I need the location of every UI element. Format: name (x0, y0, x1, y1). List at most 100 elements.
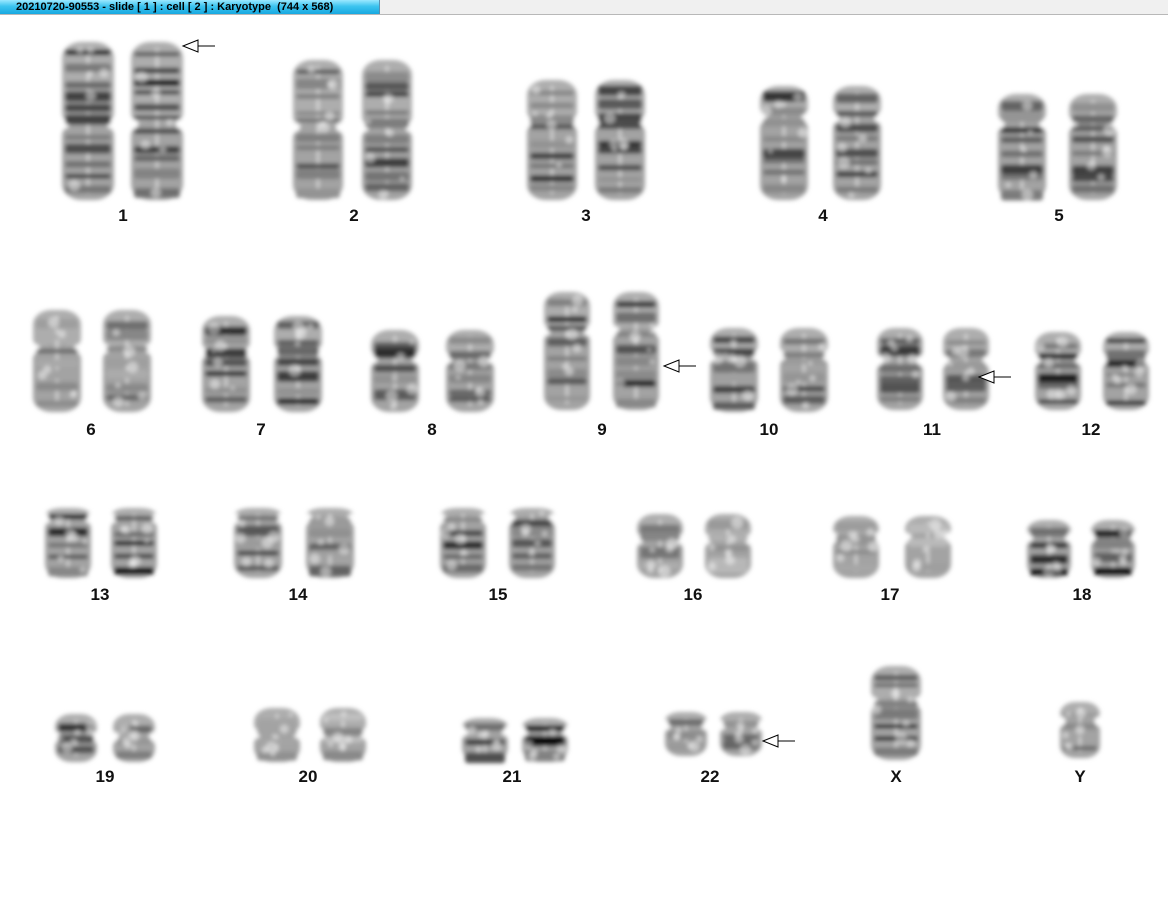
chromosome-13-homolog-2 (104, 508, 164, 578)
chromosome-22-homolog-2 (714, 712, 768, 756)
chromosome-label-1: 1 (118, 206, 128, 225)
chromosome-10-homolog-2 (773, 328, 835, 412)
chromosome-pair-16 (630, 514, 758, 578)
chromosome-pair-3 (520, 80, 652, 200)
chromosome-pair-20 (247, 708, 373, 762)
chromosome-pair-11 (870, 328, 996, 410)
chromosome-label-9: 9 (597, 420, 607, 439)
abnormality-arrow-icon-1 (181, 39, 215, 53)
chromosome-13-homolog-1 (38, 508, 98, 578)
chromosome-pair-15 (433, 508, 562, 578)
chromosome-label-10: 10 (759, 420, 779, 439)
chromosome-20-homolog-2 (313, 708, 373, 762)
chromosome-label-22: 22 (700, 767, 720, 786)
abnormality-arrow-icon-22 (761, 734, 795, 748)
chromosome-label-8: 8 (427, 420, 437, 439)
chromosome-4-homolog-1 (753, 86, 815, 200)
chromosome-5-homolog-1 (991, 94, 1053, 201)
chromosome-pair-17 (826, 516, 958, 578)
chromosome-10-homolog-1 (703, 328, 765, 412)
chromosome-label-2: 2 (349, 206, 359, 225)
chromosome-pair-5 (991, 94, 1124, 201)
chromosome-18-homolog-2 (1084, 520, 1142, 578)
chromosome-label-15: 15 (488, 585, 508, 604)
chromosome-label-21: 21 (502, 767, 522, 786)
window-title-tab[interactable]: 20210720-90553 - slide [ 1 ] : cell [ 2 … (0, 0, 380, 14)
chromosome-pair-8 (364, 330, 501, 412)
chromosome-8-homolog-1 (364, 330, 426, 412)
karyotype-image (26, 39, 1156, 764)
chromosome-1-homolog-1 (54, 42, 122, 200)
chromosome-pair-22 (659, 712, 768, 756)
chromosome-label-19: 19 (95, 767, 115, 786)
chromosome-12-homolog-1 (1028, 332, 1088, 410)
chromosome-label-16: 16 (683, 585, 703, 604)
chromosome-label-17: 17 (880, 585, 900, 604)
chromosome-18-homolog-1 (1020, 520, 1078, 578)
chromosome-label-4: 4 (818, 206, 828, 225)
chromosome-22-homolog-1 (659, 712, 713, 756)
chromosome-2-homolog-1 (286, 60, 350, 200)
chromosome-16-homolog-2 (698, 514, 758, 578)
chromosome-6-homolog-1 (26, 310, 88, 412)
chromosome-pair-10 (703, 328, 835, 412)
chromosome-pair-12 (1028, 332, 1156, 410)
abnormality-arrow-icon-9 (662, 359, 696, 373)
chromosome-label-18: 18 (1072, 585, 1092, 604)
chromosome-label-6: 6 (86, 420, 96, 439)
chromosome-pair-13 (38, 508, 164, 578)
chromosome-6-homolog-2 (96, 310, 158, 412)
chromosome-pair-19 (49, 714, 161, 762)
chromosome-label-13: 13 (90, 585, 110, 604)
chromosome-20-homolog-1 (247, 708, 307, 762)
chromosome-1-homolog-2 (123, 42, 191, 200)
chromosome-15-homolog-2 (502, 508, 562, 578)
chromosome-5-homolog-2 (1062, 94, 1124, 200)
chromosome-21-homolog-2 (515, 718, 575, 762)
chromosome-pair-18 (1020, 520, 1142, 578)
chromosome-16-homolog-1 (630, 514, 690, 578)
chromosome-4-homolog-2 (826, 86, 888, 200)
karyotype-canvas: 1 2 3 4 5 6 7 8 9 10 11 12 13 14 15 16 17 18 19 20 21 22 X Y (0, 15, 1168, 900)
chromosome-15-homolog-1 (433, 508, 493, 578)
chromosome-pair-21 (455, 718, 575, 764)
chromosome-9-homolog-2 (606, 292, 666, 410)
window-title-bar: 20210720-90553 - slide [ 1 ] : cell [ 2 … (0, 0, 1168, 15)
chromosome-7-homolog-2 (267, 316, 329, 412)
chromosome-3-homolog-1 (520, 80, 584, 200)
chromosome-11-homolog-1 (870, 328, 930, 410)
chromosome-14-homolog-2 (299, 508, 361, 578)
chromosome-2-homolog-2 (355, 60, 419, 200)
chromosome-pair-4 (753, 86, 888, 200)
chromosome-label-7: 7 (256, 420, 266, 439)
chromosome-14-homolog-1 (227, 508, 289, 578)
chromosome-pair-2 (286, 60, 419, 200)
chromosome-label-5: 5 (1054, 206, 1064, 225)
chromosome-17-homolog-1 (826, 516, 886, 578)
chromosome-3-homolog-2 (588, 80, 652, 200)
chromosome-pair-14 (227, 508, 361, 578)
chromosome-pair-X (864, 666, 928, 760)
chromosome-label-14: 14 (288, 585, 308, 604)
chromosome-9-homolog-1 (537, 292, 597, 410)
chromosome-12-homolog-2 (1096, 332, 1156, 410)
chromosome-pair-9 (537, 292, 666, 410)
chromosome-19-homolog-1 (49, 714, 103, 762)
chromosome-19-homolog-2 (107, 714, 161, 762)
chromosome-21-homolog-1 (455, 718, 515, 764)
chromosome-label-11: 11 (923, 420, 941, 439)
chromosome-pair-1 (54, 42, 191, 200)
chromosome-label-X: X (890, 767, 902, 786)
chromosome-Y-homolog-1 (1054, 702, 1106, 758)
chromosome-label-20: 20 (298, 767, 318, 786)
chromosome-11-homolog-2 (936, 328, 996, 410)
chromosome-label-Y: Y (1074, 767, 1086, 786)
chromosome-pair-Y (1054, 702, 1106, 758)
chromosome-label-12: 12 (1081, 420, 1101, 439)
chromosome-pair-6 (26, 310, 158, 412)
chromosome-label-3: 3 (581, 206, 591, 225)
chromosome-X-homolog-1 (864, 666, 928, 760)
chromosome-7-homolog-1 (195, 316, 257, 412)
chromosome-pair-7 (195, 316, 329, 412)
chromosome-8-homolog-2 (439, 330, 501, 412)
